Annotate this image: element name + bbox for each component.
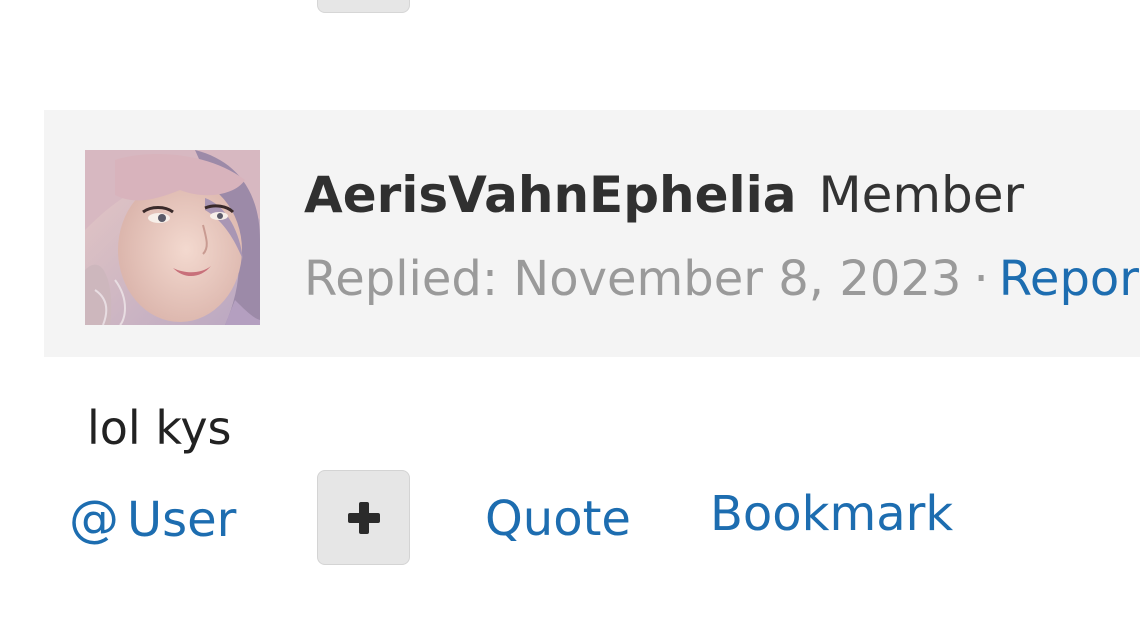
forum-post-view: AerisVahnEphelia Member Replied: Novembe… <box>0 0 1140 641</box>
more-actions-button[interactable] <box>317 470 410 565</box>
post-header: AerisVahnEphelia Member Replied: Novembe… <box>44 110 1140 357</box>
mention-user-button[interactable]: @ User <box>69 490 236 549</box>
post-body: lol kys <box>87 401 232 455</box>
replied-date: Replied: November 8, 2023 <box>304 251 962 307</box>
avatar-image <box>85 150 260 325</box>
author-line: AerisVahnEphelia Member <box>304 165 1024 225</box>
avatar[interactable] <box>85 150 260 325</box>
previous-post-more-button[interactable] <box>317 0 410 13</box>
mention-user-label: User <box>127 492 237 548</box>
bookmark-button[interactable]: Bookmark <box>710 485 953 543</box>
plus-icon <box>347 501 380 534</box>
author-name[interactable]: AerisVahnEphelia <box>304 166 797 224</box>
report-link[interactable]: Report <box>999 251 1140 307</box>
author-role: Member <box>818 166 1025 224</box>
at-icon: @ <box>69 490 119 548</box>
post-meta: Replied: November 8, 2023·Report <box>304 250 1140 308</box>
meta-separator: · <box>973 251 989 307</box>
quote-button[interactable]: Quote <box>485 490 631 548</box>
